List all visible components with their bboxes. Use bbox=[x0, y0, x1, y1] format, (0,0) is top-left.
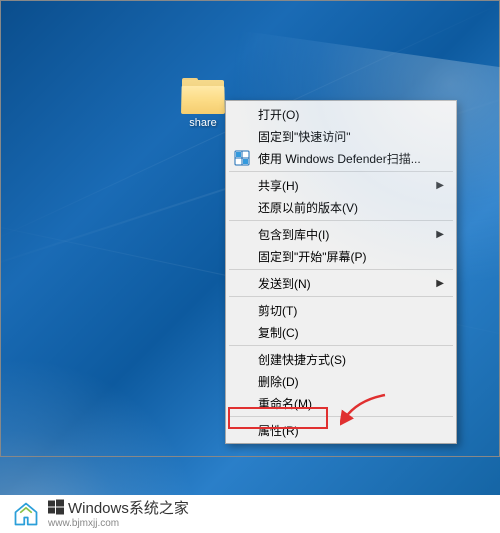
menu-item-label: 重命名(M) bbox=[258, 395, 312, 412]
menu-item[interactable]: 包含到库中(I) ▶ bbox=[228, 223, 454, 245]
menu-item-label: 剪切(T) bbox=[258, 302, 297, 319]
menu-item[interactable]: 复制(C) bbox=[228, 321, 454, 343]
folder-icon bbox=[181, 78, 225, 114]
menu-item[interactable]: 打开(O) bbox=[228, 103, 454, 125]
menu-item[interactable]: 固定到"快速访问" bbox=[228, 125, 454, 147]
windows-logo-icon bbox=[48, 499, 64, 515]
watermark-bar: Windows系统之家 www.bjmxjj.com bbox=[0, 495, 500, 533]
watermark-title: Windows系统之家 bbox=[48, 499, 189, 518]
menu-item[interactable]: 删除(D) bbox=[228, 370, 454, 392]
menu-item[interactable]: 使用 Windows Defender扫描... bbox=[228, 147, 454, 169]
menu-item[interactable]: 发送到(N) ▶ bbox=[228, 272, 454, 294]
menu-item-label: 属性(R) bbox=[258, 422, 299, 439]
menu-separator bbox=[229, 171, 453, 172]
watermark-logo-icon bbox=[12, 500, 40, 528]
menu-separator bbox=[229, 345, 453, 346]
chevron-right-icon: ▶ bbox=[436, 278, 444, 289]
menu-item-label: 打开(O) bbox=[258, 106, 299, 123]
menu-separator bbox=[229, 220, 453, 221]
desktop-background[interactable]: share 打开(O) 固定到"快速访问" 使用 Windows Defender扫… bbox=[0, 0, 500, 495]
menu-item-label: 还原以前的版本(V) bbox=[258, 199, 358, 216]
chevron-right-icon: ▶ bbox=[436, 180, 444, 191]
chevron-right-icon: ▶ bbox=[436, 229, 444, 240]
watermark-url: www.bjmxjj.com bbox=[48, 518, 189, 529]
menu-separator bbox=[229, 269, 453, 270]
folder-desktop-icon[interactable]: share bbox=[178, 78, 228, 129]
menu-item-label: 使用 Windows Defender扫描... bbox=[258, 150, 421, 167]
shield-icon bbox=[234, 150, 250, 166]
menu-item[interactable]: 重命名(M) bbox=[228, 392, 454, 414]
menu-item-label: 发送到(N) bbox=[258, 275, 311, 292]
menu-item[interactable]: 创建快捷方式(S) bbox=[228, 348, 454, 370]
menu-separator bbox=[229, 416, 453, 417]
menu-item[interactable]: 属性(R) bbox=[228, 419, 454, 441]
menu-item[interactable]: 剪切(T) bbox=[228, 299, 454, 321]
menu-item[interactable]: 共享(H) ▶ bbox=[228, 174, 454, 196]
menu-item-label: 共享(H) bbox=[258, 177, 299, 194]
menu-item-label: 删除(D) bbox=[258, 373, 299, 390]
menu-item-label: 创建快捷方式(S) bbox=[258, 351, 346, 368]
menu-separator bbox=[229, 296, 453, 297]
menu-item-label: 复制(C) bbox=[258, 324, 299, 341]
context-menu: 打开(O) 固定到"快速访问" 使用 Windows Defender扫描... 共享… bbox=[225, 100, 457, 444]
folder-label: share bbox=[178, 117, 228, 129]
menu-item-label: 固定到"快速访问" bbox=[258, 128, 351, 145]
menu-item-label: 固定到"开始"屏幕(P) bbox=[258, 248, 367, 265]
menu-item[interactable]: 固定到"开始"屏幕(P) bbox=[228, 245, 454, 267]
menu-item-label: 包含到库中(I) bbox=[258, 226, 329, 243]
menu-item[interactable]: 还原以前的版本(V) bbox=[228, 196, 454, 218]
